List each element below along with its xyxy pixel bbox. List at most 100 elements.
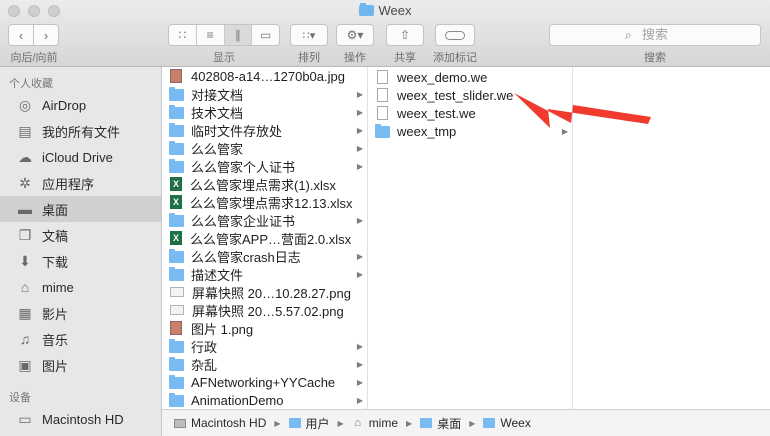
file-name: 么么管家埋点需求(1).xlsx xyxy=(190,177,336,193)
folder-icon xyxy=(169,123,184,137)
path-separator-icon: ▶ xyxy=(469,418,476,428)
weex-column: weex_demo.we weex_test_slider.we weex_test… xyxy=(368,67,573,409)
folder-icon xyxy=(169,339,184,353)
back-button[interactable]: ‹ xyxy=(8,24,34,46)
sidebar-item-pictures[interactable]: ▣ 图片 xyxy=(0,352,161,378)
devices-header: 设备 xyxy=(9,392,31,404)
list-view-button[interactable]: ≡ xyxy=(197,25,225,45)
sidebar-item-home[interactable]: ⌂ mime xyxy=(0,274,161,300)
sidebar-item-all-files[interactable]: ▤ 我的所有文件 xyxy=(0,118,161,144)
path-crumb[interactable]: ⌂ mime xyxy=(352,416,398,430)
path-crumb[interactable]: 用户 xyxy=(288,415,330,432)
file-name: AFNetworking+YYCache xyxy=(191,374,336,390)
sidebar-item-label: iCloud Drive xyxy=(42,149,113,165)
disclosure-arrow-icon: ▶ xyxy=(356,215,363,225)
document-icon xyxy=(377,70,388,84)
file-name: 么么管家APP…营面2.0.xlsx xyxy=(190,231,352,247)
sidebar-item-downloads[interactable]: ⬇ 下载 xyxy=(0,248,161,274)
column-view-button[interactable]: ∥ xyxy=(224,25,253,45)
folder-icon xyxy=(169,249,184,263)
disclosure-arrow-icon: ▶ xyxy=(356,107,363,117)
sidebar-item-label: 图片 xyxy=(42,358,69,374)
file-name: AnimationDemo xyxy=(191,392,284,408)
path-crumb[interactable]: Weex xyxy=(483,416,531,430)
list-item[interactable]: 行政 ▶ xyxy=(162,337,367,355)
folder-icon xyxy=(169,159,184,173)
list-item[interactable]: 么么管家 ▶ xyxy=(162,139,367,157)
sidebar: 个人收藏 ◎ AirDrop ▤ 我的所有文件 ☁ iCloud Drive ✲… xyxy=(0,67,162,436)
desktop-icon: ▬ xyxy=(18,201,32,217)
sidebar-item-movies[interactable]: ▦ 影片 xyxy=(0,300,161,326)
list-item[interactable]: 么么管家企业证书 ▶ xyxy=(162,211,367,229)
path-crumb[interactable]: Macintosh HD xyxy=(174,416,266,430)
sidebar-item-airdrop[interactable]: ◎ AirDrop xyxy=(0,92,161,118)
list-item[interactable]: X 么么管家埋点需求12.13.xlsx xyxy=(162,193,367,211)
list-item[interactable]: weex_tmp ▶ xyxy=(368,122,572,140)
document-icon xyxy=(377,106,388,120)
home-icon: ⌂ xyxy=(354,417,362,429)
search-input[interactable] xyxy=(642,27,752,42)
tag-icon xyxy=(445,30,465,40)
sidebar-item-label: 影片 xyxy=(42,306,69,322)
list-item[interactable]: 临时文件存放处 ▶ xyxy=(162,121,367,139)
add-tags-button[interactable] xyxy=(435,24,475,46)
path-separator-icon: ▶ xyxy=(337,418,344,428)
sidebar-item-icloud[interactable]: ☁ iCloud Drive xyxy=(0,144,161,170)
cloud-icon: ☁ xyxy=(18,148,32,165)
sidebar-item-macintosh-hd[interactable]: ▭ Macintosh HD xyxy=(0,406,161,432)
arrange-button[interactable]: ∷▾ xyxy=(290,24,328,46)
folder-icon xyxy=(169,141,184,155)
sidebar-item-music[interactable]: ♫ 音乐 xyxy=(0,326,161,352)
folder-icon xyxy=(169,267,184,281)
path-crumb[interactable]: 桌面 xyxy=(420,415,461,432)
action-button[interactable]: ⚙▾ xyxy=(336,24,374,46)
file-name: 对接文档 xyxy=(191,87,244,103)
disclosure-arrow-icon: ▶ xyxy=(356,251,363,261)
image-file-icon xyxy=(170,69,182,83)
list-item[interactable]: 么么管家个人证书 ▶ xyxy=(162,157,367,175)
chevron-right-icon: › xyxy=(43,27,49,43)
grid-icon: ∷ xyxy=(178,28,187,42)
list-item[interactable]: weex_test_slider.we xyxy=(368,86,572,104)
list-item[interactable]: X 么么管家埋点需求(1).xlsx xyxy=(162,175,367,193)
disclosure-arrow-icon: ▶ xyxy=(356,377,363,387)
disclosure-arrow-icon: ▶ xyxy=(561,126,568,136)
gallery-view-button[interactable]: ▭ xyxy=(252,25,279,45)
icon-view-button[interactable]: ∷ xyxy=(169,25,197,45)
arrange-icon: ∷▾ xyxy=(302,29,316,42)
list-item[interactable]: AFNetworking+YYCache ▶ xyxy=(162,373,367,391)
file-name: weex_demo.we xyxy=(397,69,488,85)
file-name: weex_tmp xyxy=(397,123,457,139)
list-item[interactable]: X 么么管家APP…营面2.0.xlsx xyxy=(162,229,367,247)
disclosure-arrow-icon: ▶ xyxy=(356,125,363,135)
list-item[interactable]: 屏幕快照 20…10.28.27.png xyxy=(162,283,367,301)
sidebar-item-label: 下载 xyxy=(42,254,69,270)
sidebar-item-applications[interactable]: ✲ 应用程序 xyxy=(0,170,161,196)
folder-icon xyxy=(169,375,184,389)
list-item[interactable]: weex_test.we xyxy=(368,104,572,122)
folder-icon xyxy=(420,418,433,428)
folder-icon xyxy=(358,3,374,16)
list-item[interactable]: 描述文件 ▶ xyxy=(162,265,367,283)
share-icon: ⇧ xyxy=(399,28,411,42)
list-item[interactable]: 对接文档 ▶ xyxy=(162,85,367,103)
action-label: 操作 xyxy=(344,52,366,64)
search-field[interactable]: ⌕ xyxy=(549,24,761,46)
path-bar: Macintosh HD ▶ 用户 ▶ ⌂ mime ▶ 桌面 ▶ Weex xyxy=(162,409,770,436)
list-item[interactable]: 图片 1.png xyxy=(162,319,367,337)
list-item[interactable]: 402808-a14…1270b0a.jpg xyxy=(162,67,367,85)
folder-icon xyxy=(169,213,184,227)
share-button[interactable]: ⇧ xyxy=(386,24,424,46)
path-crumb-label: 桌面 xyxy=(437,416,462,431)
forward-button[interactable]: › xyxy=(33,24,59,46)
list-item[interactable]: weex_demo.we xyxy=(368,68,572,86)
list-item[interactable]: 技术文档 ▶ xyxy=(162,103,367,121)
sidebar-item-documents[interactable]: ❐ 文稿 xyxy=(0,222,161,248)
list-item[interactable]: AnimationDemo ▶ xyxy=(162,391,367,409)
list-item[interactable]: 屏幕快照 20…5.57.02.png xyxy=(162,301,367,319)
screenshot-file-icon xyxy=(170,305,184,315)
list-item[interactable]: 么么管家crash日志 ▶ xyxy=(162,247,367,265)
list-item[interactable]: 杂乱 ▶ xyxy=(162,355,367,373)
folder-icon xyxy=(483,418,496,428)
sidebar-item-desktop[interactable]: ▬ 桌面 xyxy=(0,196,161,222)
